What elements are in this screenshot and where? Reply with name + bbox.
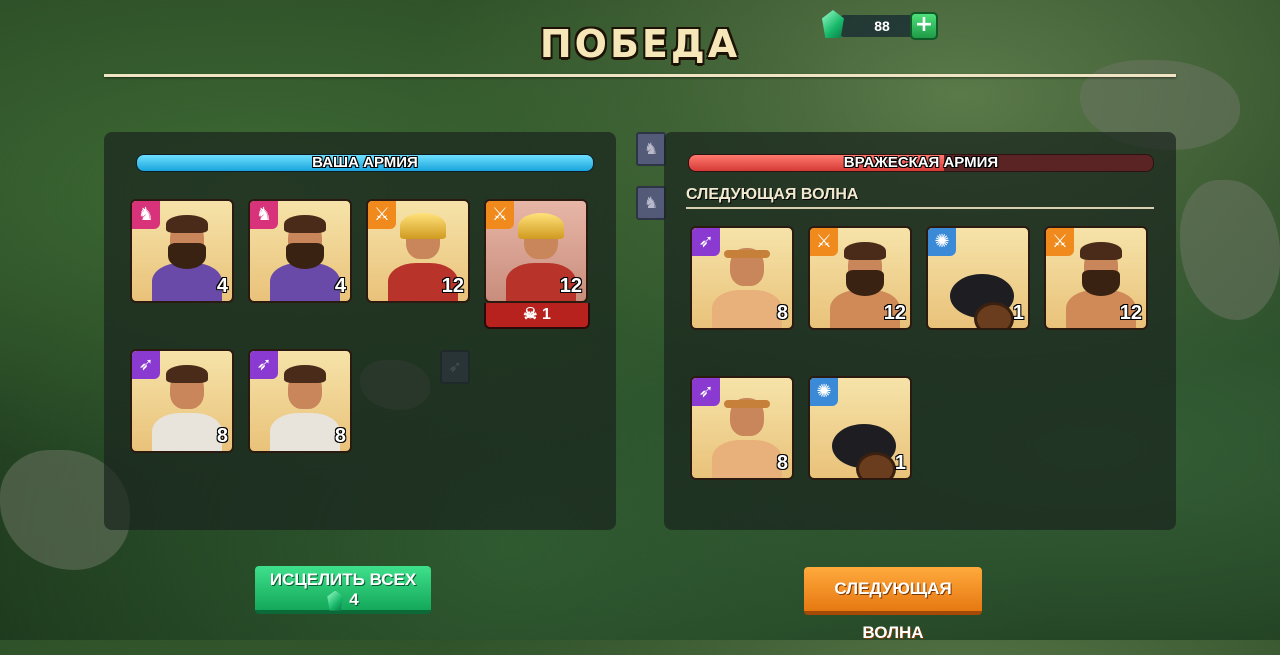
barbarian-archer-portrait [710, 390, 782, 478]
add-gems-button[interactable]: + [910, 12, 938, 40]
player-unit-card-archer[interactable]: ➶ 8 [248, 349, 352, 453]
heal-all-cost: 4 [327, 590, 359, 611]
heal-all-label: ИСЦЕЛИТЬ ВСЕХ [269, 570, 417, 589]
cannon-icon: ✺ [928, 228, 956, 256]
archer-portrait [150, 363, 222, 451]
cannon-icon: ✺ [810, 378, 838, 406]
next-wave-button[interactable]: СЛЕДУЮЩАЯ ВОЛНА [804, 567, 982, 642]
battlefield-cavalry-flag-icon: ♞ [636, 132, 666, 166]
player-army-label: ВАША АРМИЯ [312, 154, 418, 171]
next-wave-heading: СЛЕДУЮЩАЯ ВОЛНА [686, 186, 859, 203]
enemy-army-health-bar: ВРАЖЕСКАЯ АРМИЯ [688, 154, 1154, 172]
unit-count: 8 [334, 425, 346, 447]
cannon-portrait [946, 240, 1016, 328]
player-unit-card-infantry[interactable]: ⚔ 12 [366, 199, 470, 303]
unit-count: 4 [334, 275, 346, 297]
unit-count: 12 [559, 275, 582, 297]
player-army-health-bar: ВАША АРМИЯ [136, 154, 594, 172]
barbarian-archer-portrait [710, 240, 782, 328]
sword-icon: ⚔ [1046, 228, 1074, 256]
archer-portrait [268, 363, 340, 451]
unit-count: 4 [216, 275, 228, 297]
heal-cost-value: 4 [349, 590, 359, 609]
enemy-unit-card-infantry[interactable]: ⚔ 12 [808, 226, 912, 330]
horse-icon: ♞ [250, 201, 278, 229]
gem-icon [327, 590, 344, 611]
unit-count: 12 [1119, 302, 1142, 324]
page-title: ПОБЕДА [539, 22, 741, 66]
title-divider [104, 74, 1176, 77]
cannon-portrait [828, 390, 898, 478]
skull-icon: ☠ [523, 306, 538, 323]
unit-count: 1 [894, 452, 906, 474]
battlefield-cavalry-flag-icon: ♞ [636, 186, 666, 220]
bow-icon: ➶ [692, 228, 720, 256]
next-wave-divider [686, 207, 1154, 209]
enemy-unit-card-siege[interactable]: ✺ 1 [808, 376, 912, 480]
gem-counter: 88 + [822, 10, 938, 40]
bow-icon: ➶ [132, 351, 160, 379]
heal-all-button[interactable]: ИСЦЕЛИТЬ ВСЕХ 4 [255, 566, 431, 614]
knight-portrait [268, 213, 340, 301]
unit-count: 8 [776, 452, 788, 474]
enemy-unit-card-archer[interactable]: ➶ 8 [690, 376, 794, 480]
gem-count: 88 [874, 18, 890, 34]
enemy-unit-card-siege[interactable]: ✺ 1 [926, 226, 1030, 330]
unit-count: 12 [441, 275, 464, 297]
background-rock [1180, 180, 1280, 320]
bow-icon: ➶ [692, 378, 720, 406]
unit-count: 1 [1012, 302, 1024, 324]
unit-count: 12 [883, 302, 906, 324]
gem-icon [822, 10, 844, 38]
player-unit-card-cavalry[interactable]: ♞ 4 [130, 199, 234, 303]
player-unit-card-infantry-damaged[interactable]: ⚔ 12 [484, 199, 588, 303]
unit-count: 8 [216, 425, 228, 447]
sword-icon: ⚔ [810, 228, 838, 256]
player-unit-card-archer[interactable]: ➶ 8 [130, 349, 234, 453]
enemy-unit-card-archer[interactable]: ➶ 8 [690, 226, 794, 330]
knight-portrait [150, 213, 222, 301]
sword-icon: ⚔ [486, 201, 514, 229]
horse-icon: ♞ [132, 201, 160, 229]
player-army-panel [104, 132, 616, 530]
unit-count: 8 [776, 302, 788, 324]
losses-badge: ☠ 1 [484, 303, 590, 329]
player-unit-card-cavalry[interactable]: ♞ 4 [248, 199, 352, 303]
sword-icon: ⚔ [368, 201, 396, 229]
losses-count: 1 [541, 306, 551, 323]
bow-icon: ➶ [250, 351, 278, 379]
enemy-unit-card-infantry[interactable]: ⚔ 12 [1044, 226, 1148, 330]
enemy-army-label: ВРАЖЕСКАЯ АРМИЯ [843, 154, 999, 171]
